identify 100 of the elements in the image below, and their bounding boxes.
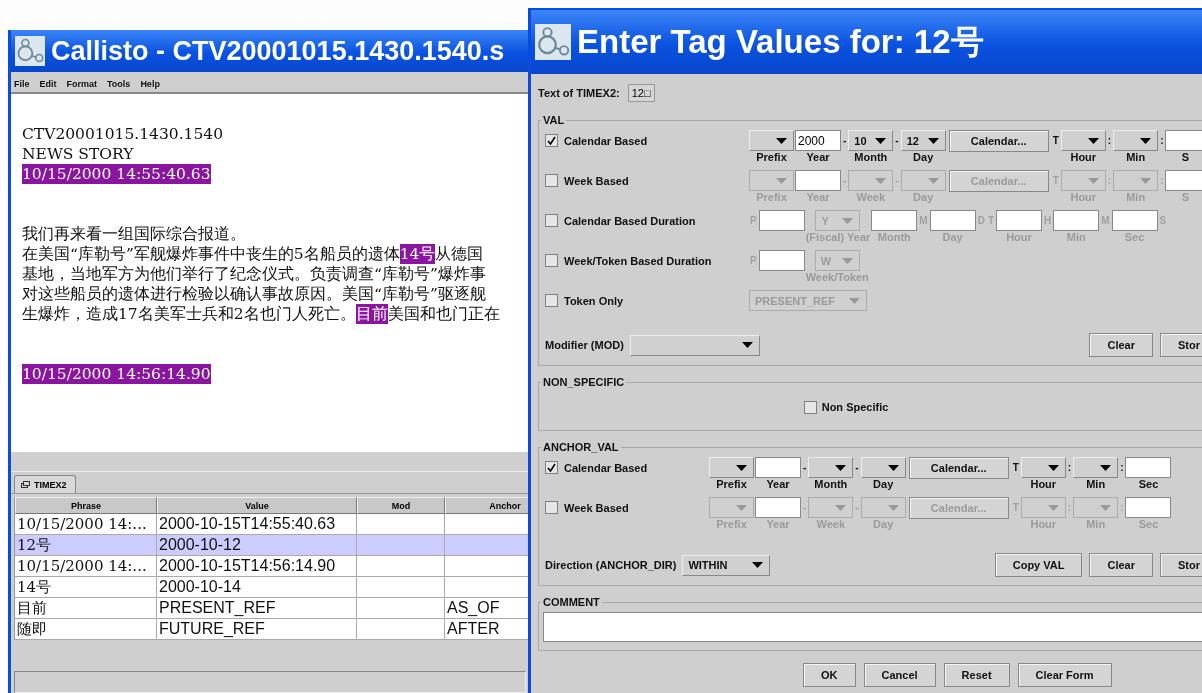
input-field[interactable] — [1125, 497, 1172, 518]
dropdown[interactable]: WITHIN — [682, 554, 771, 576]
table-cell: 随即 — [15, 619, 157, 640]
checkbox[interactable] — [545, 134, 558, 147]
separator-text: - — [854, 501, 860, 515]
menu-item[interactable]: Format — [66, 79, 98, 89]
caret-icon — [752, 562, 764, 568]
window-title: Callisto - CTV20001015.1430.1540.s — [51, 35, 505, 67]
caret-icon — [927, 177, 939, 184]
checkbox[interactable] — [545, 214, 558, 227]
input-field[interactable] — [1125, 457, 1172, 478]
footer-button[interactable]: Reset — [943, 663, 1010, 687]
field-caption: Min — [1126, 151, 1146, 164]
group-title: VAL — [542, 114, 566, 126]
caret-icon — [887, 504, 899, 511]
checkbox[interactable] — [545, 461, 558, 474]
field-caption: Month — [854, 151, 888, 164]
tab[interactable]: TIMEX2 — [14, 475, 76, 493]
input-field[interactable]: 2000 — [795, 130, 841, 151]
tagged-phrase[interactable]: 10/15/2000 14:55:40.63 — [22, 164, 211, 184]
input-field[interactable] — [996, 210, 1042, 231]
checkbox[interactable] — [545, 294, 558, 307]
document-text: 基地，当地军方为他们举行了纪念仪式。负责调查“库勒号”爆炸事 — [22, 264, 486, 284]
app-icon — [15, 36, 45, 66]
action-button[interactable]: Stor — [1160, 333, 1202, 357]
action-button[interactable]: Stor — [1160, 553, 1202, 577]
input-field[interactable] — [755, 497, 801, 518]
checkbox-label: Week Based — [564, 174, 629, 187]
field-label: Direction (ANCHOR_DIR) — [545, 559, 677, 571]
window-icon — [21, 481, 30, 488]
footer-button[interactable]: Clear Form — [1017, 663, 1112, 687]
separator-text: - — [842, 134, 848, 148]
field-caption: Hour — [1030, 478, 1057, 491]
caret-icon — [1087, 177, 1099, 184]
group-title: NON_SPECIFIC — [542, 376, 626, 388]
table-cell: AS_OF — [445, 598, 529, 619]
column-header[interactable]: Phrase — [15, 497, 157, 514]
field-caption: Day — [873, 478, 894, 491]
group-title: COMMENT — [542, 596, 601, 608]
document-text: 在美国“库勒号”军舰爆炸事件中丧生的5名船员的遗体 — [22, 244, 400, 264]
separator-text: : — [1106, 134, 1113, 148]
input-field[interactable] — [1111, 210, 1158, 231]
input-field[interactable] — [758, 250, 805, 271]
checkbox[interactable] — [545, 501, 558, 514]
input-field[interactable] — [929, 210, 976, 231]
field-caption: Prefix — [716, 478, 747, 491]
footer-button[interactable]: OK — [803, 663, 856, 687]
document-text: CTV20001015.1430.1540 — [22, 124, 224, 144]
field-label: Text of TIMEX2: — [538, 87, 620, 99]
dropdown[interactable]: 10 — [848, 130, 894, 151]
table-cell: 目前 — [15, 598, 157, 619]
tagged-phrase[interactable]: 10/15/2000 14:56:14.90 — [22, 364, 211, 384]
menu-item[interactable]: File — [14, 79, 30, 89]
caret-icon — [835, 504, 847, 511]
separator-text: T — [1011, 461, 1020, 475]
caret-icon — [776, 177, 787, 184]
checkbox-label: Calendar Based — [564, 461, 648, 474]
caret-icon — [741, 342, 753, 348]
field-caption: Month — [814, 478, 848, 491]
tagged-phrase[interactable]: 目前 — [355, 304, 388, 324]
dropdown[interactable]: 12 — [900, 130, 946, 151]
column-header[interactable]: Anchor — [445, 497, 529, 514]
action-button[interactable]: Clear — [1089, 553, 1153, 577]
calendar-button[interactable]: Calendar... — [908, 457, 1009, 479]
input-field[interactable] — [1165, 170, 1202, 191]
group-title: ANCHOR_VAL — [542, 441, 620, 453]
caret-icon — [835, 464, 847, 471]
field-caption: Year — [806, 151, 830, 164]
caret-icon — [1087, 137, 1099, 144]
action-button[interactable]: Copy VAL — [994, 553, 1083, 577]
menu-item[interactable]: Edit — [39, 79, 57, 89]
column-header[interactable]: Mod — [357, 497, 445, 514]
footer-button[interactable]: Cancel — [863, 663, 936, 687]
separator-text: : — [1159, 174, 1165, 188]
caret-icon — [927, 137, 939, 144]
menu-item[interactable]: Help — [140, 79, 160, 89]
input-field[interactable] — [755, 457, 801, 478]
checkbox[interactable] — [545, 174, 558, 187]
comment-field[interactable] — [543, 612, 1202, 642]
input-field[interactable] — [758, 210, 805, 231]
separator-text: T — [1051, 134, 1060, 148]
input-field[interactable] — [1165, 130, 1202, 151]
caret-icon — [1047, 504, 1059, 511]
checkbox[interactable] — [545, 254, 558, 267]
separator-text: - — [894, 134, 900, 148]
menu-item[interactable]: Tools — [107, 79, 131, 89]
field-caption: Sec — [1138, 478, 1159, 491]
input-field[interactable] — [871, 210, 918, 231]
table-cell: 12号 — [15, 535, 157, 556]
caret-icon — [875, 177, 887, 184]
caret-icon — [1100, 464, 1112, 471]
action-button[interactable]: Clear — [1089, 333, 1153, 357]
document-text: 生爆炸，造成17名美军士兵和2名也门人死亡。 — [22, 304, 356, 324]
checkbox[interactable] — [803, 400, 817, 414]
text-value: 12□ — [627, 84, 655, 102]
column-header[interactable]: Value — [157, 497, 357, 514]
calendar-button[interactable]: Calendar... — [948, 130, 1049, 152]
checkbox-label: Non Specific — [821, 401, 889, 413]
input-field[interactable] — [795, 170, 841, 191]
input-field[interactable] — [1053, 210, 1100, 231]
